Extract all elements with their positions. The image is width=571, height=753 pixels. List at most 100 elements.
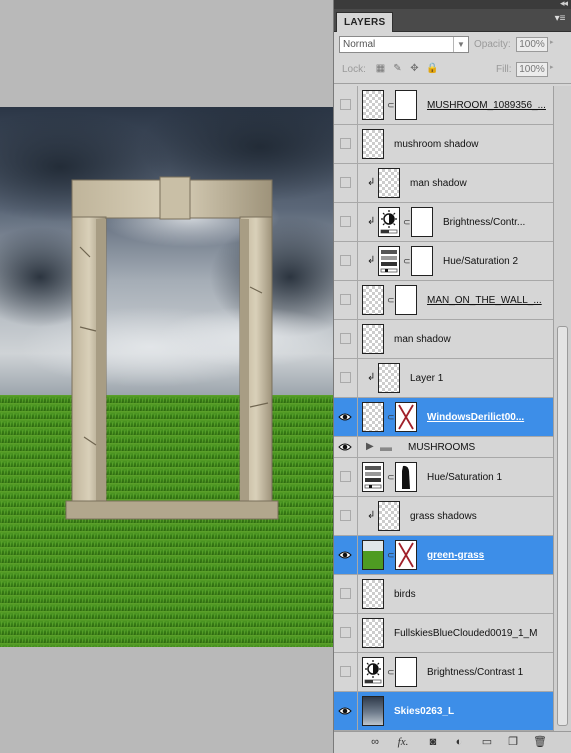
visibility-toggle[interactable] [334,398,358,436]
layer-mask-thumbnail[interactable] [411,246,433,276]
mask-link-icon[interactable]: ⊂ [403,217,411,227]
hue-saturation-icon[interactable] [362,462,384,492]
visibility-box [340,177,351,188]
layers-scrollbar[interactable] [553,86,571,732]
mask-link-icon[interactable]: ⊂ [387,550,395,560]
visibility-toggle[interactable] [334,359,358,397]
visibility-toggle[interactable] [334,653,358,691]
brightness-adjustment-icon[interactable] [362,657,384,687]
opacity-slider-icon[interactable]: ▸ [550,38,554,46]
visibility-box [340,333,351,344]
panel-tabbar: LAYERS ▾≡ [334,9,571,32]
layer-name: birds [394,588,416,600]
new-group-icon[interactable]: ▭ [480,736,494,749]
document-canvas[interactable] [0,0,333,753]
layer-row[interactable]: man shadow [334,320,553,359]
layers-panel: ◂◂ LAYERS ▾≡ Normal ▼ Opacity: 100% ▸ Lo… [333,0,571,753]
layer-row[interactable]: ⊂ Brightness/Contrast 1 [334,653,553,692]
layer-mask-thumbnail[interactable] [395,540,417,570]
layer-mask-thumbnail[interactable] [395,657,417,687]
layer-mask-thumbnail[interactable] [395,285,417,315]
layer-thumbnail[interactable] [362,540,384,570]
new-layer-icon[interactable]: ❐ [506,736,520,749]
layer-row[interactable]: ↲ man shadow [334,164,553,203]
visibility-toggle[interactable] [334,614,358,652]
fx-icon[interactable]: fx. [396,736,410,749]
add-mask-icon[interactable]: ◙ [426,736,440,749]
tab-layers[interactable]: LAYERS [336,12,394,32]
mask-link-icon[interactable]: ⊂ [387,100,395,110]
lock-all-icon[interactable]: 🔒 [426,63,438,74]
layer-thumbnail[interactable] [362,618,384,648]
document-image[interactable] [0,107,333,647]
layer-thumbnail[interactable] [362,402,384,432]
layer-thumbnail[interactable] [362,324,384,354]
mask-link-icon[interactable]: ⊂ [403,256,411,266]
link-layers-icon[interactable]: ∞ [368,736,382,749]
eye-icon [338,551,352,559]
layer-mask-thumbnail[interactable] [395,90,417,120]
panel-menu-icon[interactable]: ▾≡ [553,13,567,25]
opacity-field[interactable]: 100% [516,37,548,52]
adjustment-icon[interactable]: ◐ [452,736,466,749]
layer-thumbnail[interactable] [362,579,384,609]
fill-field[interactable]: 100% [516,62,548,77]
lock-position-icon[interactable]: ✥ [409,63,420,74]
layer-row[interactable]: mushroom shadow [334,125,553,164]
visibility-toggle[interactable] [334,320,358,358]
layer-name: man shadow [394,333,451,345]
visibility-toggle[interactable] [334,692,358,730]
visibility-toggle[interactable] [334,575,358,613]
layer-thumbnail[interactable] [362,696,384,726]
fill-slider-icon[interactable]: ▸ [550,63,554,71]
layer-row[interactable]: ⊂ green-grass [334,536,553,575]
visibility-toggle[interactable] [334,203,358,241]
layer-thumbnail[interactable] [362,90,384,120]
layer-thumbnail[interactable] [378,168,400,198]
mask-link-icon[interactable]: ⊂ [387,412,395,422]
layer-row[interactable]: ↲ Layer 1 [334,359,553,398]
scrollbar-thumb[interactable] [557,326,568,726]
visibility-toggle[interactable] [334,125,358,163]
brightness-adjustment-icon[interactable] [378,207,400,237]
mask-link-icon[interactable]: ⊂ [387,667,395,677]
layer-thumbnail[interactable] [362,129,384,159]
lock-paint-icon[interactable]: ✎ [392,63,403,74]
visibility-toggle[interactable] [334,164,358,202]
collapse-icon[interactable]: ◂◂ [560,0,568,9]
layer-mask-thumbnail[interactable] [411,207,433,237]
blend-mode-select[interactable]: Normal ▼ [339,36,469,53]
visibility-toggle[interactable] [334,458,358,496]
lock-transparent-icon[interactable]: ▦ [375,63,386,74]
layer-row[interactable]: FullskiesBlueClouded0019_1_M [334,614,553,653]
visibility-toggle[interactable] [334,281,358,319]
trash-icon[interactable]: 🗑 [533,736,547,749]
layer-row[interactable]: ⊂ MUSHROOM_1089356_... [334,86,553,125]
layer-row[interactable]: ⊂ WindowsDerilict00... [334,398,553,437]
layer-row[interactable]: ↲ grass shadows [334,497,553,536]
layer-row[interactable]: Skies0263_L [334,692,553,731]
visibility-toggle[interactable] [334,242,358,280]
expand-group-icon[interactable]: ▶ [366,440,374,454]
hue-saturation-icon[interactable] [378,246,400,276]
layer-row[interactable]: ↲ ⊂ Hue/Saturation 2 [334,242,553,281]
mask-link-icon[interactable]: ⊂ [387,472,395,482]
layer-row[interactable]: ⊂ Hue/Saturation 1 [334,458,553,497]
mask-link-icon[interactable]: ⊂ [387,295,395,305]
layer-mask-thumbnail[interactable] [395,402,417,432]
layer-row[interactable]: ⊂ MAN_ON_THE_WALL_... [334,281,553,320]
layer-row[interactable]: ↲ ⊂ Brightness/Contr... [334,203,553,242]
layer-row[interactable]: birds [334,575,553,614]
visibility-toggle[interactable] [334,497,358,535]
visibility-toggle[interactable] [334,86,358,124]
layer-thumbnail[interactable] [378,501,400,531]
visibility-toggle[interactable] [334,437,358,457]
layer-group-row[interactable]: ▶ ▬ MUSHROOMS [334,437,553,458]
layer-thumbnail[interactable] [362,285,384,315]
layer-mask-thumbnail[interactable] [395,462,417,492]
clipping-mask-icon: ↲ [367,255,376,266]
visibility-toggle[interactable] [334,536,358,574]
clipping-mask-icon: ↲ [367,177,376,188]
layer-name: Hue/Saturation 1 [427,471,503,483]
layer-thumbnail[interactable] [378,363,400,393]
